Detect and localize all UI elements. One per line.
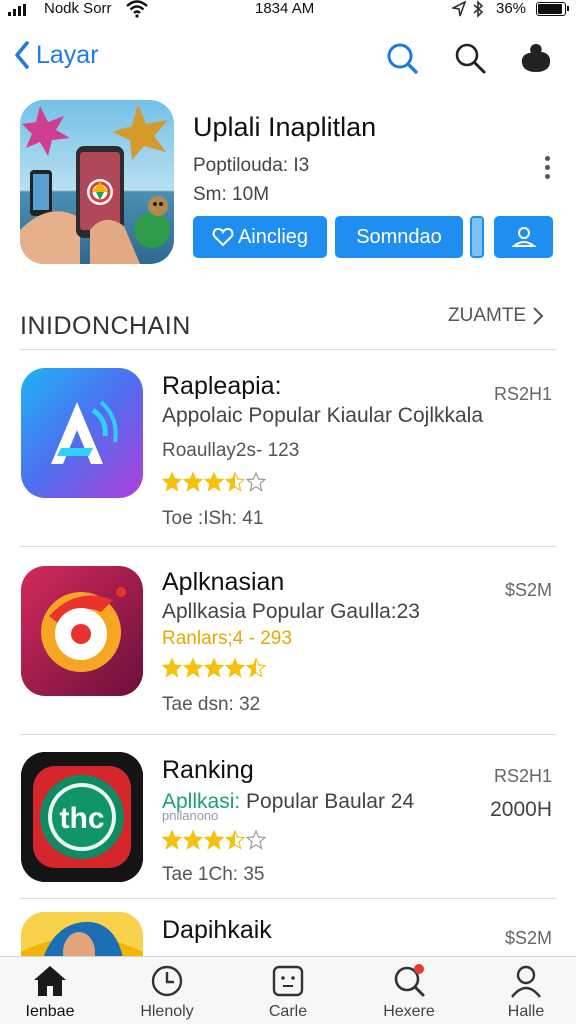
app-icon <box>21 368 143 498</box>
game-face-icon <box>272 965 304 997</box>
star-icon <box>162 472 182 492</box>
app-meta: Toe :ISh: 41 <box>162 508 264 529</box>
app-description: Apllkasia Popular Gaulla:23 <box>162 600 420 623</box>
back-label: Layar <box>36 40 99 69</box>
user-icon <box>511 227 536 247</box>
search-icon[interactable] <box>452 40 488 76</box>
divider <box>20 734 556 735</box>
tab-search[interactable]: Hexere <box>359 963 459 1021</box>
svg-text:thc: thc <box>60 802 105 835</box>
section-title: INIDONCHAIN <box>20 312 191 340</box>
app-price: $S2M <box>504 928 552 948</box>
search-icon <box>394 964 425 997</box>
back-button[interactable]: Layar <box>14 40 99 70</box>
star-icon <box>162 830 182 850</box>
star-rating <box>162 830 267 852</box>
star-icon <box>183 472 203 492</box>
featured-app: Uplali Inaplitlan Poptilouda: I3 Sm: 10M… <box>0 100 576 270</box>
tab-home[interactable]: Ienbae <box>0 963 100 1021</box>
star-icon <box>225 658 245 678</box>
list-item[interactable]: Dapihkaik $S2M <box>0 912 576 956</box>
featured-app-subtitle: Poptilouda: I3 <box>193 155 310 176</box>
app-price-secondary: 2000H <box>490 798 552 821</box>
app-name: Ranking <box>162 756 254 784</box>
app-description-text: Popular Baular 24 <box>246 790 415 813</box>
app-rank: Roaullay2s- 123 <box>162 440 300 461</box>
featured-app-title: Uplali Inaplitlan <box>193 112 377 142</box>
battery-percent: 36% <box>496 0 527 17</box>
tab-bar: Ienbae Hlenoly Carle Hexere Halle <box>0 956 576 1024</box>
location-icon <box>452 1 466 17</box>
app-meta: Tae dsn: 32 <box>162 694 261 715</box>
divider <box>20 898 556 899</box>
battery-icon <box>536 2 569 16</box>
more-options-icon[interactable] <box>540 156 554 186</box>
user-button[interactable] <box>494 216 553 258</box>
star-icon <box>183 830 203 850</box>
tab-label: Carle <box>268 1003 308 1020</box>
signal-icon <box>8 4 26 16</box>
divider <box>20 546 556 547</box>
home-icon <box>34 966 66 996</box>
wifi-icon <box>126 0 148 18</box>
app-price: RS2H1 <box>493 766 552 786</box>
divider <box>20 349 556 350</box>
tab-label: Hlenoly <box>140 1003 194 1020</box>
status-bar: Nodk Sorr 1834 AM 36% <box>0 0 576 22</box>
app-icon <box>21 912 143 956</box>
app-price: $S2M <box>504 580 552 600</box>
bluetooth-icon <box>473 0 484 18</box>
tab-label: Ienbae <box>25 1003 75 1020</box>
app-meta: Tae 1Ch: 35 <box>162 864 265 885</box>
star-icon <box>225 472 245 492</box>
tab-profile[interactable]: Halle <box>476 963 576 1021</box>
star-icon <box>246 472 266 492</box>
see-all-link[interactable]: ZUAMTE <box>448 305 544 327</box>
star-icon <box>204 830 224 850</box>
carrier-label: Nodk Sorr <box>44 0 112 17</box>
chevron-right-icon <box>533 307 544 325</box>
tab-games[interactable]: Carle <box>238 963 338 1021</box>
install-label: Ainclieg <box>237 225 309 248</box>
app-price: RS2H1 <box>493 384 552 404</box>
profile-blob-icon[interactable] <box>518 40 554 76</box>
featured-app-size: Sm: 10M <box>193 184 270 205</box>
app-name: Rapleapia: <box>162 372 282 400</box>
see-all-label: ZUAMTE <box>448 305 527 326</box>
tab-label: Hexere <box>383 1003 435 1020</box>
tab-history[interactable]: Hlenoly <box>117 963 217 1021</box>
star-icon <box>183 658 203 678</box>
search-icon[interactable] <box>384 40 420 76</box>
heart-icon <box>212 227 234 247</box>
install-button[interactable]: Ainclieg <box>193 216 327 258</box>
star-icon <box>204 472 224 492</box>
download-button[interactable]: Somndao <box>335 216 463 258</box>
featured-app-image[interactable] <box>20 100 174 264</box>
app-icon <box>21 566 143 696</box>
app-rank: Ranlars;4 - 293 <box>162 628 292 649</box>
star-icon <box>204 658 224 678</box>
person-icon <box>511 965 541 998</box>
app-name: Dapihkaik <box>162 916 272 944</box>
app-icon: thc <box>21 752 143 882</box>
clock-icon <box>151 965 183 997</box>
star-rating <box>162 472 267 494</box>
star-icon <box>246 658 266 678</box>
star-rating <box>162 658 267 680</box>
star-icon <box>225 830 245 850</box>
clock-time: 1834 AM <box>255 0 315 17</box>
nav-bar: Layar <box>0 36 576 82</box>
app-subtext: pnilanono <box>162 808 219 823</box>
button-separator <box>470 216 484 258</box>
star-icon <box>162 658 182 678</box>
download-label: Somndao <box>356 225 442 248</box>
app-description: Appolaic Popular Kiaular Cojlkkala <box>162 404 484 427</box>
chevron-left-icon <box>15 41 29 69</box>
tab-label: Halle <box>507 1003 545 1020</box>
star-icon <box>246 830 266 850</box>
app-name: Aplknasian <box>162 568 285 596</box>
